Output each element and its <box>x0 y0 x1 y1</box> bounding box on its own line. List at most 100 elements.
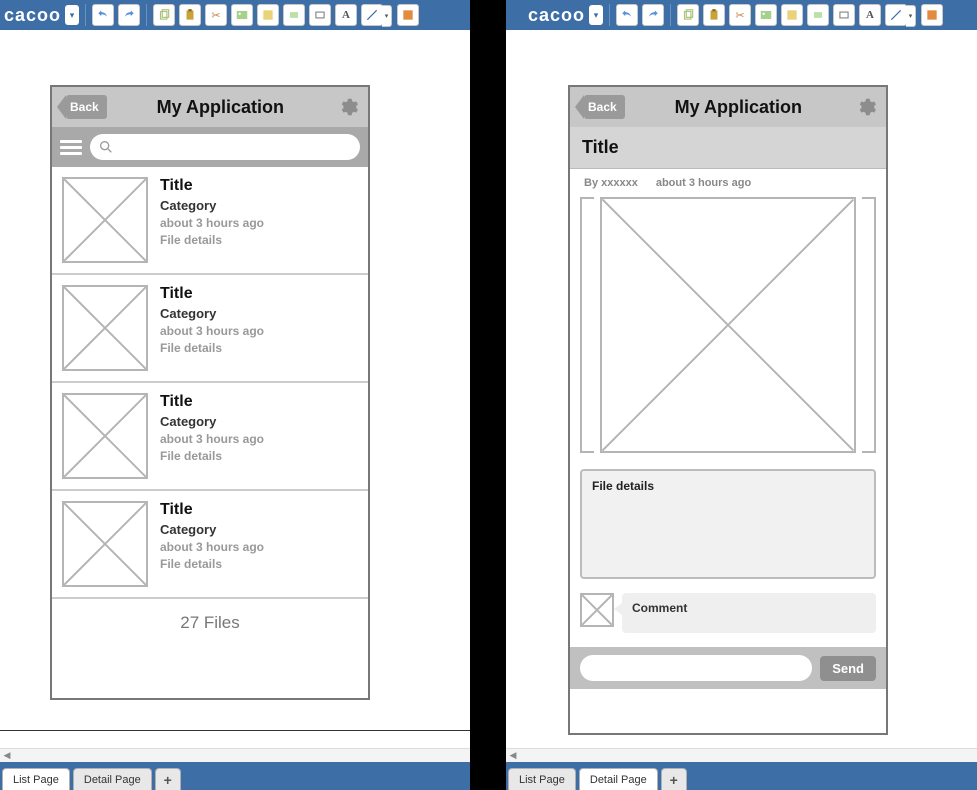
item-details: File details <box>160 233 264 247</box>
editor-pane-right: cacoo ▾ ✂ A ▾ Back My Application <box>506 0 977 790</box>
back-button[interactable]: Back <box>584 95 625 119</box>
list-footer-count: 27 Files <box>52 599 368 647</box>
mockup-list-page[interactable]: Back My Application Ti <box>50 85 370 700</box>
comment-input[interactable] <box>580 655 812 681</box>
line-tool-button[interactable]: ▾ <box>885 4 907 26</box>
undo-button[interactable] <box>616 4 638 26</box>
redo-button[interactable] <box>642 4 664 26</box>
item-time: about 3 hours ago <box>160 216 264 230</box>
item-details: File details <box>160 341 264 355</box>
menu-icon[interactable] <box>60 137 82 158</box>
app-title: My Application <box>625 97 852 118</box>
item-title: Title <box>160 177 264 195</box>
comment-avatar-placeholder <box>580 593 614 627</box>
insert-shape-button[interactable] <box>257 4 279 26</box>
text-tool-button[interactable]: A <box>859 4 881 26</box>
list-item[interactable]: Title Category about 3 hours ago File de… <box>52 275 368 383</box>
comment-row: Comment <box>570 585 886 641</box>
logo-dropdown[interactable]: ▾ <box>589 5 603 25</box>
top-toolbar: cacoo ▾ ✂ A ▾ <box>0 0 470 30</box>
sheet-tab-list-page[interactable]: List Page <box>508 768 576 790</box>
back-button[interactable]: Back <box>66 95 107 119</box>
settings-icon[interactable] <box>334 93 362 121</box>
item-category: Category <box>160 522 264 537</box>
horizontal-scrollbar[interactable]: ◀ <box>0 748 470 762</box>
app-logo: cacoo <box>528 5 585 26</box>
line-tool-button[interactable]: ▾ <box>361 4 383 26</box>
insert-image-button[interactable] <box>231 4 253 26</box>
cut-button[interactable]: ✂ <box>205 4 227 26</box>
insert-shape-button[interactable] <box>781 4 803 26</box>
canvas-area[interactable]: Back My Application Ti <box>0 30 470 748</box>
comment-input-bar: Send <box>570 647 886 689</box>
search-input[interactable] <box>90 134 360 160</box>
prev-image-sliver[interactable] <box>580 197 594 453</box>
item-title: Title <box>160 285 264 303</box>
item-category: Category <box>160 198 264 213</box>
add-sheet-button[interactable]: + <box>661 768 687 790</box>
list-item[interactable]: Title Category about 3 hours ago File de… <box>52 383 368 491</box>
thumbnail-placeholder <box>62 285 148 371</box>
list-item[interactable]: Title Category about 3 hours ago File de… <box>52 167 368 275</box>
sheet-tab-detail-page[interactable]: Detail Page <box>579 768 658 790</box>
fill-tool-button[interactable] <box>921 4 943 26</box>
item-category: Category <box>160 414 264 429</box>
item-time: about 3 hours ago <box>160 540 264 554</box>
item-title: Title <box>160 393 264 411</box>
search-icon <box>98 139 114 155</box>
send-button[interactable]: Send <box>820 656 876 681</box>
copy-button[interactable] <box>677 4 699 26</box>
fill-tool-button[interactable] <box>397 4 419 26</box>
item-list: Title Category about 3 hours ago File de… <box>52 167 368 599</box>
comment-bubble: Comment <box>622 593 876 633</box>
paste-button[interactable] <box>703 4 725 26</box>
rect-filled-button[interactable] <box>807 4 829 26</box>
mock-header: Back My Application <box>570 87 886 127</box>
rect-outline-button[interactable] <box>833 4 855 26</box>
sheet-tabs-bar: List Page Detail Page + <box>506 762 977 790</box>
top-toolbar: cacoo ▾ ✂ A ▾ <box>506 0 977 30</box>
app-logo: cacoo <box>4 5 61 26</box>
horizontal-scrollbar[interactable]: ◀ <box>506 748 977 762</box>
sheet-tabs-bar: List Page Detail Page + <box>0 762 470 790</box>
add-sheet-button[interactable]: + <box>155 768 181 790</box>
thumbnail-placeholder <box>62 177 148 263</box>
paste-button[interactable] <box>179 4 201 26</box>
settings-icon[interactable] <box>852 93 880 121</box>
copy-button[interactable] <box>153 4 175 26</box>
content-title: Title <box>570 127 886 169</box>
logo-dropdown[interactable]: ▾ <box>65 5 79 25</box>
app-title: My Application <box>107 97 334 118</box>
byline-time: about 3 hours ago <box>656 177 751 189</box>
item-category: Category <box>160 306 264 321</box>
undo-button[interactable] <box>92 4 114 26</box>
byline-author: By xxxxxx <box>584 177 638 189</box>
byline: By xxxxxx about 3 hours ago <box>570 169 886 197</box>
mock-header: Back My Application <box>52 87 368 127</box>
list-item[interactable]: Title Category about 3 hours ago File de… <box>52 491 368 599</box>
file-details-box: File details <box>580 469 876 579</box>
image-gallery[interactable] <box>570 197 886 463</box>
main-image-placeholder <box>600 197 856 453</box>
item-details: File details <box>160 557 264 571</box>
thumbnail-placeholder <box>62 501 148 587</box>
rect-filled-button[interactable] <box>283 4 305 26</box>
item-title: Title <box>160 501 264 519</box>
item-details: File details <box>160 449 264 463</box>
rect-outline-button[interactable] <box>309 4 331 26</box>
search-bar <box>52 127 368 167</box>
next-image-sliver[interactable] <box>862 197 876 453</box>
editor-pane-left: cacoo ▾ ✂ A ▾ Back My Application <box>0 0 470 790</box>
thumbnail-placeholder <box>62 393 148 479</box>
pane-divider <box>470 0 506 790</box>
canvas-area[interactable]: Back My Application Title By xxxxxx abou… <box>506 30 977 748</box>
item-time: about 3 hours ago <box>160 324 264 338</box>
text-tool-button[interactable]: A <box>335 4 357 26</box>
sheet-tab-list-page[interactable]: List Page <box>2 768 70 790</box>
mockup-detail-page[interactable]: Back My Application Title By xxxxxx abou… <box>568 85 888 735</box>
cut-button[interactable]: ✂ <box>729 4 751 26</box>
redo-button[interactable] <box>118 4 140 26</box>
item-time: about 3 hours ago <box>160 432 264 446</box>
insert-image-button[interactable] <box>755 4 777 26</box>
sheet-tab-detail-page[interactable]: Detail Page <box>73 768 152 790</box>
